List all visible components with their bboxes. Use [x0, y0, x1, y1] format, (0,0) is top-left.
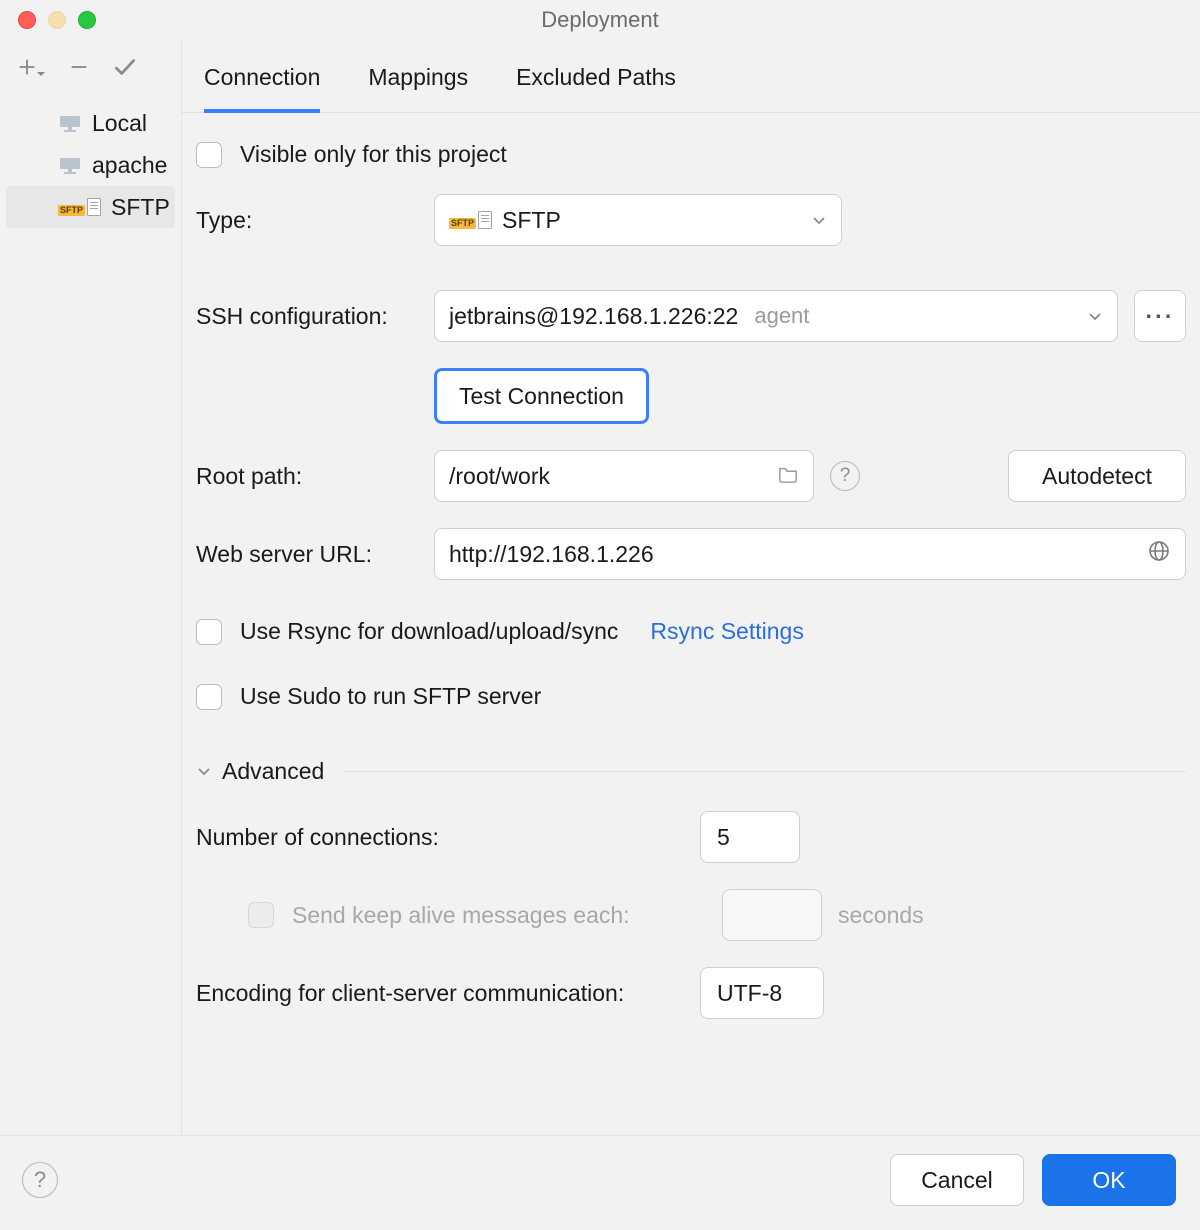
- advanced-chevron-icon[interactable]: [196, 758, 212, 785]
- server-icon: [58, 155, 82, 175]
- sidebar-item-label: apache: [92, 152, 167, 179]
- visible-only-checkbox[interactable]: [196, 142, 222, 168]
- tab-connection[interactable]: Connection: [204, 64, 320, 113]
- window-title: Deployment: [0, 7, 1200, 33]
- help-button[interactable]: ?: [22, 1162, 58, 1198]
- num-connections-label: Number of connections:: [196, 824, 684, 851]
- num-connections-value: 5: [717, 824, 730, 851]
- use-rsync-label: Use Rsync for download/upload/sync: [240, 618, 618, 645]
- sftp-icon: SFTP: [58, 198, 101, 216]
- encoding-input[interactable]: UTF-8: [700, 967, 824, 1019]
- sidebar: Local apache SFTP SFTP: [0, 40, 182, 1135]
- root-path-label: Root path:: [196, 463, 418, 490]
- ssh-config-label: SSH configuration:: [196, 303, 418, 330]
- keepalive-label: Send keep alive messages each:: [292, 902, 706, 929]
- ssh-config-browse-button[interactable]: ···: [1134, 290, 1186, 342]
- advanced-section-label[interactable]: Advanced: [222, 758, 324, 785]
- keepalive-unit: seconds: [838, 902, 924, 929]
- web-url-value: http://192.168.1.226: [449, 541, 654, 568]
- chevron-down-icon: [1087, 308, 1103, 324]
- root-path-input[interactable]: /root/work: [434, 450, 814, 502]
- sidebar-item-apache[interactable]: apache: [0, 144, 181, 186]
- visible-only-label: Visible only for this project: [240, 141, 507, 168]
- remove-server-button[interactable]: [68, 56, 90, 78]
- chevron-down-icon: [811, 212, 827, 228]
- cancel-button[interactable]: Cancel: [890, 1154, 1024, 1206]
- type-label: Type:: [196, 207, 418, 234]
- encoding-label: Encoding for client-server communication…: [196, 980, 684, 1007]
- keepalive-checkbox: [248, 902, 274, 928]
- sidebar-item-sftp[interactable]: SFTP SFTP: [6, 186, 175, 228]
- globe-icon[interactable]: [1147, 539, 1171, 569]
- tab-excluded-paths[interactable]: Excluded Paths: [516, 64, 676, 112]
- use-sudo-checkbox[interactable]: [196, 684, 222, 710]
- add-server-button[interactable]: [16, 55, 46, 79]
- ok-button[interactable]: OK: [1042, 1154, 1176, 1206]
- sidebar-item-label: SFTP: [111, 194, 170, 221]
- root-path-value: /root/work: [449, 463, 550, 490]
- ssh-config-suffix: agent: [754, 303, 809, 329]
- sidebar-item-label: Local: [92, 110, 147, 137]
- sftp-icon: SFTP: [449, 211, 492, 229]
- use-rsync-checkbox[interactable]: [196, 619, 222, 645]
- use-sudo-label: Use Sudo to run SFTP server: [240, 683, 541, 710]
- keepalive-input: [722, 889, 822, 941]
- web-url-label: Web server URL:: [196, 541, 418, 568]
- type-value: SFTP: [502, 207, 561, 234]
- root-path-help-icon[interactable]: ?: [830, 461, 860, 491]
- test-connection-button[interactable]: Test Connection: [434, 368, 649, 424]
- type-select[interactable]: SFTP SFTP: [434, 194, 842, 246]
- ssh-config-select[interactable]: jetbrains@192.168.1.226:22 agent: [434, 290, 1118, 342]
- set-default-button[interactable]: [112, 54, 138, 80]
- rsync-settings-link[interactable]: Rsync Settings: [650, 618, 803, 645]
- titlebar: Deployment: [0, 0, 1200, 40]
- num-connections-input[interactable]: 5: [700, 811, 800, 863]
- sidebar-item-local[interactable]: Local: [0, 102, 181, 144]
- web-url-input[interactable]: http://192.168.1.226: [434, 528, 1186, 580]
- encoding-value: UTF-8: [717, 980, 782, 1007]
- ssh-config-value: jetbrains@192.168.1.226:22: [449, 303, 738, 330]
- folder-icon[interactable]: [777, 463, 799, 490]
- tab-mappings[interactable]: Mappings: [368, 64, 468, 112]
- autodetect-button[interactable]: Autodetect: [1008, 450, 1186, 502]
- server-icon: [58, 113, 82, 133]
